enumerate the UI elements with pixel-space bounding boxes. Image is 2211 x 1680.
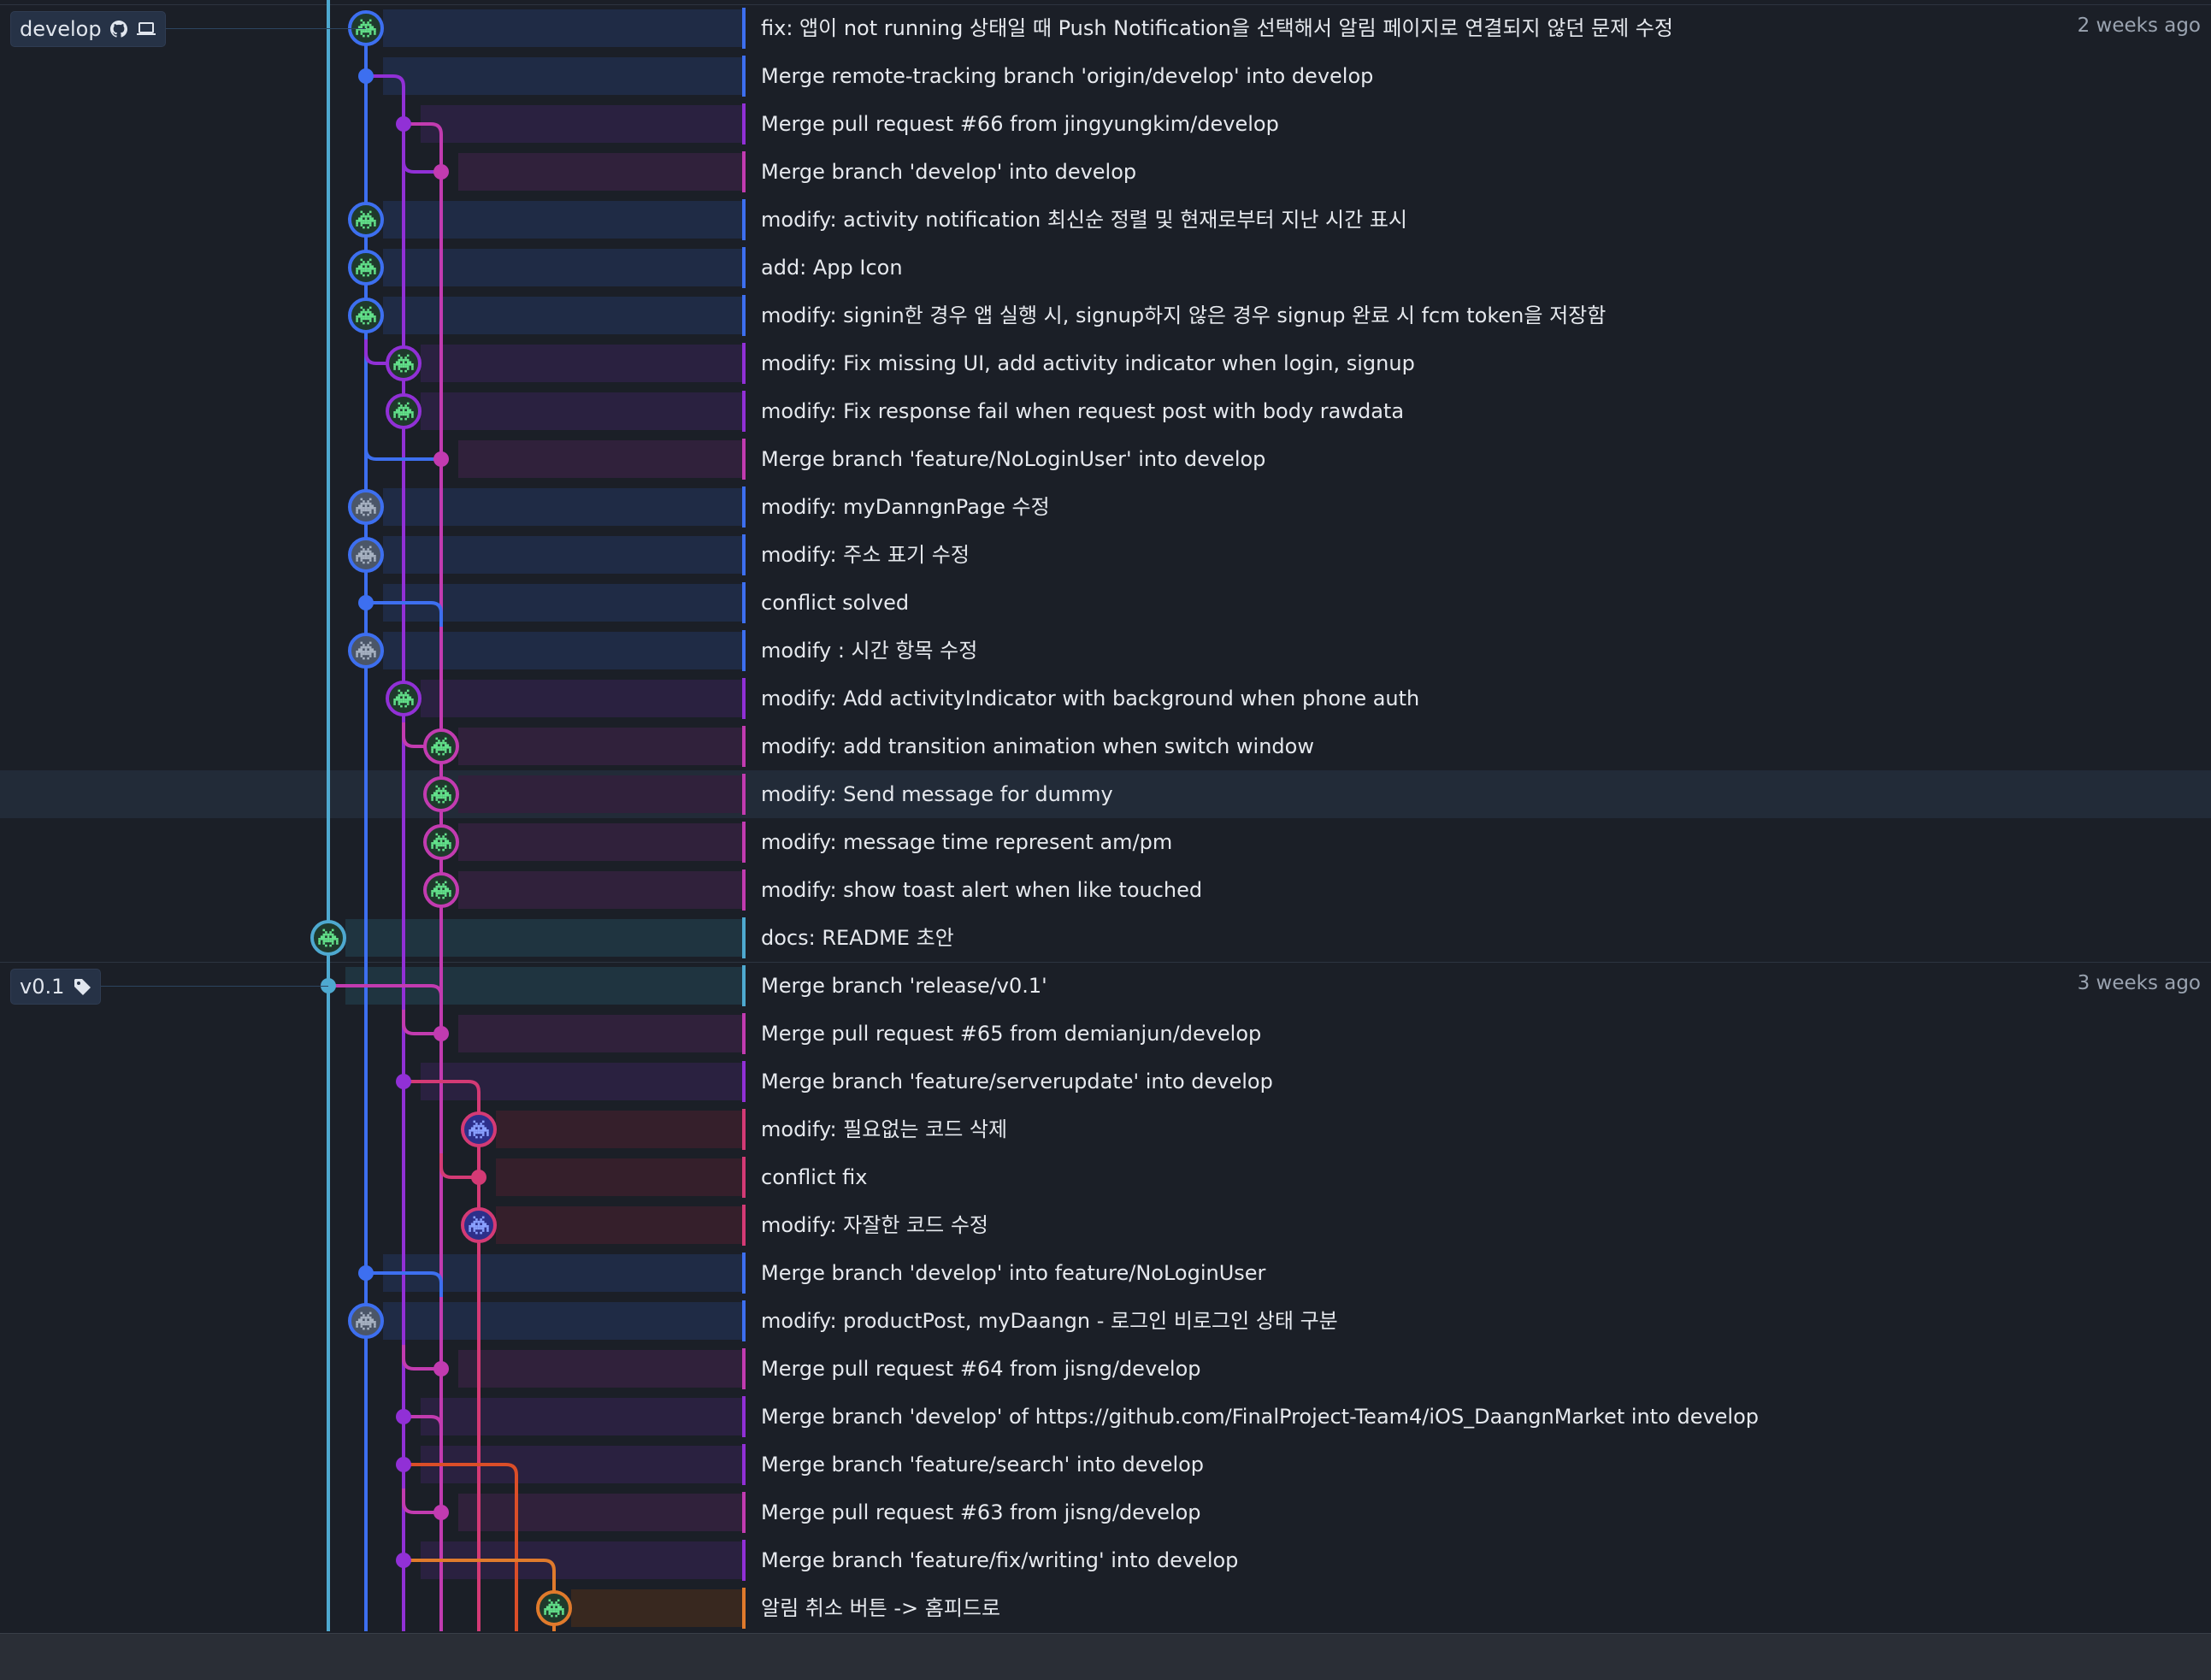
branch-label-connector xyxy=(101,986,328,987)
laptop-icon xyxy=(136,21,156,38)
commit-message: conflict solved xyxy=(761,591,910,615)
commit-message: modify: message time represent am/pm xyxy=(761,830,1173,854)
commit-avatar xyxy=(348,489,384,525)
commit-message: Merge branch 'feature/NoLoginUser' into … xyxy=(761,447,1266,471)
commit-message: modify: 주소 표기 수정 xyxy=(761,543,970,567)
commit-dot xyxy=(358,1265,374,1281)
commit-avatar xyxy=(423,824,459,860)
branch-label-text: v0.1 xyxy=(20,975,65,999)
commit-message: docs: README 초안 xyxy=(761,926,954,950)
commit-avatar xyxy=(386,393,422,429)
date-label: 2 weeks ago xyxy=(2077,15,2201,37)
commit-message: Merge pull request #63 from jisng/develo… xyxy=(761,1500,1201,1524)
merge-connector xyxy=(404,1463,518,1488)
commit-avatar xyxy=(386,345,422,381)
commit-avatar xyxy=(423,776,459,812)
github-icon xyxy=(109,21,127,38)
commit-message: Merge branch 'release/v0.1' xyxy=(761,974,1047,998)
status-bar xyxy=(0,1633,2211,1680)
branch-label-v01[interactable]: v0.1 xyxy=(10,969,102,1005)
date-label: 3 weeks ago xyxy=(2077,972,2201,994)
commit-dot xyxy=(396,1409,411,1424)
tag-icon xyxy=(73,977,91,996)
commit-message: Merge branch 'develop' into feature/NoLo… xyxy=(761,1261,1266,1285)
commit-graph-view: fix: 앱이 not running 상태일 때 Push Notificat… xyxy=(0,0,2211,1633)
commit-message: Merge pull request #66 from jingyungkim/… xyxy=(761,112,1279,136)
commit-dot xyxy=(433,164,449,180)
commit-message: modify: myDanngnPage 수정 xyxy=(761,495,1050,519)
commit-avatar xyxy=(461,1111,497,1147)
commit-dot xyxy=(396,1074,411,1089)
commit-message: Merge branch 'feature/search' into devel… xyxy=(761,1453,1205,1477)
commit-message: fix: 앱이 not running 상태일 때 Push Notificat… xyxy=(761,16,1673,40)
commit-dot xyxy=(358,595,374,610)
commit-dot xyxy=(396,116,411,132)
commit-message: modify: add transition animation when sw… xyxy=(761,734,1314,758)
commit-message: 알림 취소 버튼 -> 홈피드로 xyxy=(761,1596,1001,1620)
commit-avatar xyxy=(348,250,384,286)
commit-avatar xyxy=(423,728,459,764)
commit-dot xyxy=(433,1505,449,1520)
commit-message: modify: Add activityIndicator with backg… xyxy=(761,687,1420,710)
commit-avatar xyxy=(348,298,384,333)
commit-dot xyxy=(471,1170,486,1185)
commit-dot xyxy=(396,1553,411,1568)
commit-message: Merge pull request #64 from jisng/develo… xyxy=(761,1357,1201,1381)
branch-graph xyxy=(310,0,572,1631)
commit-message: add: App Icon xyxy=(761,256,903,280)
commit-message: modify: Fix response fail when request p… xyxy=(761,399,1405,423)
commit-avatar xyxy=(348,1303,384,1339)
commit-message: Merge branch 'feature/serverupdate' into… xyxy=(761,1070,1273,1093)
commit-message: modify: show toast alert when like touch… xyxy=(761,878,1203,902)
commit-message: modify: 자잘한 코드 수정 xyxy=(761,1213,988,1237)
commit-avatar xyxy=(348,537,384,573)
commit-avatar xyxy=(348,633,384,669)
commit-message: modify: Send message for dummy xyxy=(761,782,1113,806)
commit-dot xyxy=(358,68,374,84)
merge-connector xyxy=(328,984,443,1010)
branch-label-develop[interactable]: develop xyxy=(10,11,166,47)
commit-message: Merge branch 'develop' of https://github… xyxy=(761,1405,1760,1429)
graph-edges xyxy=(327,0,556,1631)
commit-avatar xyxy=(310,920,346,956)
commit-message: Merge branch 'develop' into develop xyxy=(761,160,1137,184)
commit-dot xyxy=(396,1457,411,1472)
commit-message: modify : 시간 항목 수정 xyxy=(761,639,978,663)
commit-message: modify: productPost, myDaangn - 로그인 비로그인… xyxy=(761,1309,1338,1333)
commit-dot xyxy=(433,451,449,467)
commit-avatar xyxy=(461,1207,497,1243)
commit-avatar xyxy=(348,202,384,238)
commit-avatar xyxy=(386,681,422,716)
commit-message: modify: activity notification 최신순 정렬 및 현… xyxy=(761,208,1407,232)
commit-message: modify: Fix missing UI, add activity ind… xyxy=(761,351,1415,375)
branch-label-text: develop xyxy=(20,17,102,41)
commit-message: modify: 필요없는 코드 삭제 xyxy=(761,1117,1008,1141)
commit-message: Merge pull request #65 from demianjun/de… xyxy=(761,1022,1262,1046)
commit-message: Merge remote-tracking branch 'origin/dev… xyxy=(761,64,1374,88)
commit-avatar xyxy=(536,1590,572,1626)
commit-message: conflict fix xyxy=(761,1165,868,1189)
commit-message: modify: signin한 경우 앱 실행 시, signup하지 않은 경… xyxy=(761,304,1607,327)
commit-dot xyxy=(433,1361,449,1376)
commit-dot xyxy=(433,1026,449,1041)
commit-message: Merge branch 'feature/fix/writing' into … xyxy=(761,1548,1239,1572)
commit-avatar xyxy=(423,872,459,908)
branch-label-connector xyxy=(165,28,366,29)
